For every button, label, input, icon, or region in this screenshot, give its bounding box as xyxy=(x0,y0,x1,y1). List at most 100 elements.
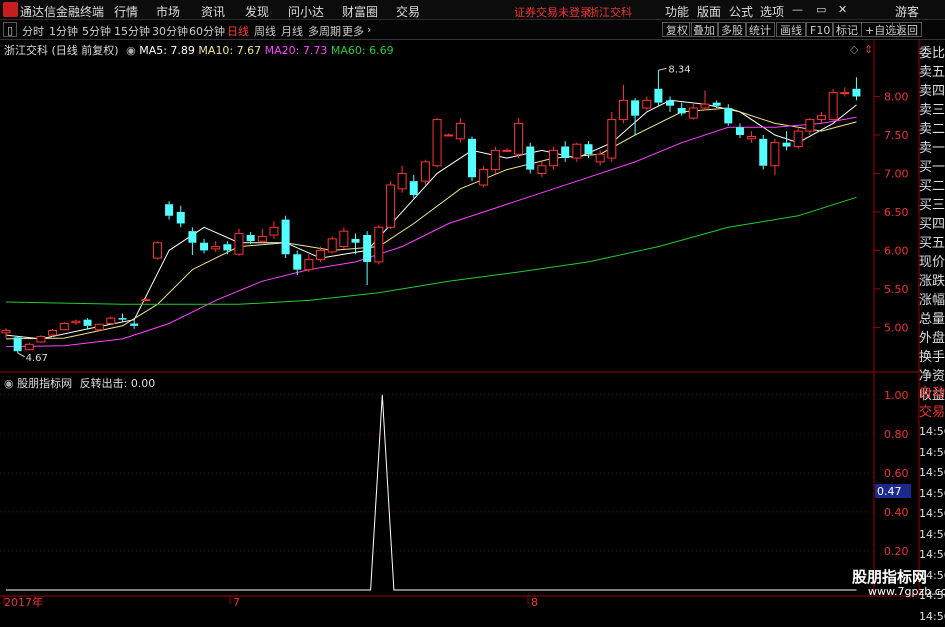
candle xyxy=(619,85,627,123)
indicator-header: ◉ 股朋指标网 反转出击: 0.00 xyxy=(4,375,155,391)
candle-body-down xyxy=(84,320,92,326)
time-tick-label: 2017年 xyxy=(4,595,43,609)
candle-body-down xyxy=(561,147,569,159)
candle xyxy=(119,314,127,322)
candle-body-down xyxy=(177,212,185,224)
ma-lines xyxy=(6,100,857,346)
candle xyxy=(643,96,651,110)
trade-label[interactable]: 自动 xyxy=(919,384,945,403)
candle xyxy=(491,147,499,174)
candle-body-up xyxy=(818,116,826,120)
candle xyxy=(771,139,779,175)
candle xyxy=(49,329,57,337)
legend-toggle-icon[interactable]: ◉ xyxy=(126,44,136,57)
candle xyxy=(60,322,68,330)
candle xyxy=(724,104,732,126)
ma5-legend: MA5: 7.89 xyxy=(139,44,195,57)
candle xyxy=(550,147,558,170)
candle xyxy=(235,229,243,256)
candle xyxy=(153,241,161,259)
candle-body-up xyxy=(25,344,33,349)
candle xyxy=(282,216,290,258)
quote-label: 卖一 xyxy=(919,139,945,158)
candle-body-down xyxy=(468,139,476,177)
tick-time: 14:56 xyxy=(919,504,945,525)
candle xyxy=(2,328,10,338)
candle-body-up xyxy=(398,173,406,188)
candle xyxy=(748,131,756,143)
tick-time: 14:56 xyxy=(919,545,945,566)
candle xyxy=(631,98,639,135)
price-grid: 8.007.507.006.506.005.505.00 xyxy=(874,90,909,334)
candle xyxy=(689,104,697,119)
candle xyxy=(410,175,418,198)
candle xyxy=(142,298,150,301)
trade-label[interactable]: 交易 xyxy=(919,403,945,422)
high-annotation-arrow xyxy=(658,68,666,70)
candle-body-up xyxy=(771,143,779,166)
quote-label: 买四 xyxy=(919,215,945,234)
candle xyxy=(736,123,744,138)
quote-label: 委比 xyxy=(919,44,945,63)
candle-body-up xyxy=(538,166,546,174)
quote-label: 总量 xyxy=(919,310,945,329)
stock-name: 浙江交科 xyxy=(4,44,48,57)
tick-time: 14:56 xyxy=(919,525,945,546)
candle-body-up xyxy=(317,250,325,259)
ma5-value: 7.89 xyxy=(170,44,195,57)
candle xyxy=(340,227,348,249)
candle xyxy=(188,227,196,255)
candle-body-up xyxy=(212,247,220,249)
candle-body-up xyxy=(445,135,453,136)
candle-body-up xyxy=(608,120,616,158)
candle-body-down xyxy=(724,108,732,123)
candle-body-up xyxy=(37,337,45,342)
candle xyxy=(456,118,464,143)
candle-body-down xyxy=(363,235,371,262)
candle-body-up xyxy=(619,100,627,119)
candle xyxy=(25,343,33,351)
kline-chart[interactable]: 8.007.507.006.506.005.505.00 1.000.800.6… xyxy=(0,0,945,609)
candle-body-up xyxy=(491,150,499,169)
candle xyxy=(573,143,581,162)
candle xyxy=(783,131,791,150)
tick-time: 14:56 xyxy=(919,484,945,505)
ma10-legend: MA10: 7.67 xyxy=(198,44,261,57)
quote-label: 现价 xyxy=(919,253,945,272)
indicator-grid: 1.000.800.600.400.20 xyxy=(0,389,909,558)
candle-body-down xyxy=(282,220,290,255)
candle-body-down xyxy=(585,144,593,154)
candle-body-up xyxy=(573,144,581,158)
candle-body-up xyxy=(748,137,756,139)
watermark-url: www.7gpzb.com xyxy=(868,585,945,598)
low-annotation: 4.67 xyxy=(26,353,48,364)
candle-body-up xyxy=(270,227,278,235)
scroll-icon[interactable]: ⇕ xyxy=(864,43,873,56)
candle xyxy=(421,160,429,185)
indicator-current-value: 0.47 xyxy=(877,485,902,498)
candle-body-down xyxy=(759,139,767,166)
candle-body-up xyxy=(689,108,697,118)
diamond-icon[interactable]: ◇ xyxy=(850,43,859,56)
high-annotation: 8.34 xyxy=(668,64,690,75)
quote-label: 买三 xyxy=(919,196,945,215)
indicator-tick-label: 0.20 xyxy=(884,545,909,558)
candle-body-up xyxy=(550,150,558,165)
candle xyxy=(433,118,441,167)
candle xyxy=(386,181,394,229)
tick-time: 14:56 xyxy=(919,463,945,484)
indicator-tick-label: 0.80 xyxy=(884,428,909,441)
candle-body-up xyxy=(375,227,383,262)
candle-body-down xyxy=(666,100,674,105)
candle-body-up xyxy=(386,185,394,227)
quote-label: 买五 xyxy=(919,234,945,253)
candle-body-down xyxy=(223,244,231,250)
candle xyxy=(363,231,371,285)
indicator-toggle-icon[interactable]: ◉ xyxy=(4,377,14,390)
candle xyxy=(130,320,138,329)
time-tick-label: 8 xyxy=(531,596,538,609)
tick-time: 14:56 xyxy=(919,422,945,443)
candle-body-up xyxy=(107,318,115,323)
candle xyxy=(561,141,569,162)
candle-body-up xyxy=(60,324,68,330)
